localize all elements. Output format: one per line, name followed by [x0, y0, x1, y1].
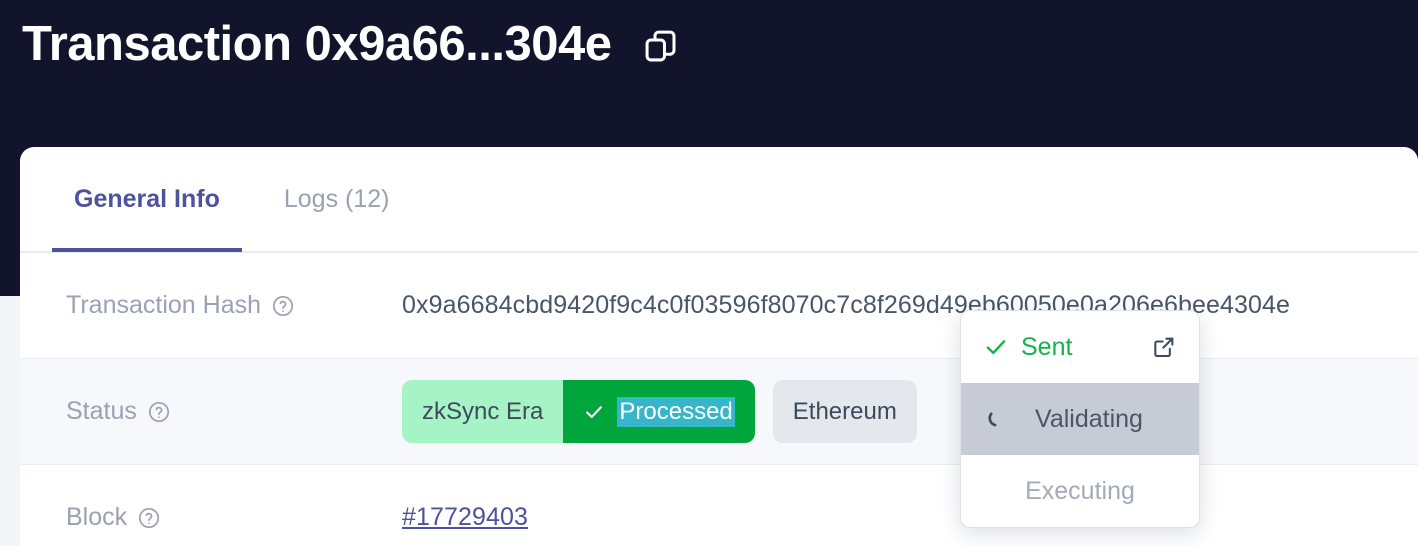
- dropdown-item-validating-label: Validating: [1035, 404, 1143, 433]
- question-mark-circle-icon[interactable]: [147, 400, 171, 424]
- row-status: Status zkSync Era Processed Ethereum: [20, 359, 1418, 465]
- status-network-ethereum: Ethereum: [772, 380, 917, 443]
- dropdown-item-validating[interactable]: Validating: [961, 383, 1199, 455]
- tab-general-info-label: General Info: [74, 185, 220, 213]
- page-title-row: Transaction 0x9a66...304e: [22, 8, 680, 80]
- tab-bar: General Info Logs (12): [20, 147, 1418, 253]
- copy-icon[interactable]: [642, 27, 680, 65]
- row-label-block: Block: [66, 503, 402, 532]
- dropdown-item-executing[interactable]: Executing: [961, 455, 1199, 527]
- transaction-details-card: General Info Logs (12) Transaction Hash …: [20, 147, 1418, 546]
- spinner-icon: [983, 406, 1009, 432]
- dropdown-item-sent[interactable]: Sent: [961, 311, 1199, 383]
- question-mark-circle-icon[interactable]: [137, 506, 161, 530]
- tab-logs[interactable]: Logs (12): [262, 147, 412, 252]
- tab-general-info[interactable]: General Info: [52, 147, 242, 252]
- status-state-processed-label: Processed: [617, 396, 735, 427]
- check-icon: [983, 334, 1009, 360]
- status-dropdown: Sent Validating Executing: [960, 310, 1200, 528]
- page-title: Transaction 0x9a66...304e: [22, 16, 612, 71]
- row-label-transaction-hash: Transaction Hash: [66, 291, 402, 320]
- status-state-processed[interactable]: Processed: [563, 380, 755, 443]
- check-icon: [583, 401, 605, 423]
- row-block: Block #17729403: [20, 465, 1418, 546]
- external-link-icon[interactable]: [1151, 334, 1177, 360]
- tab-logs-label: Logs (12): [283, 185, 390, 213]
- status-network-zksync: zkSync Era: [402, 380, 564, 443]
- status-label: Status: [66, 397, 137, 425]
- status-badge-ethereum[interactable]: Ethereum: [772, 380, 917, 443]
- status-badge-zksync[interactable]: zkSync Era Processed: [402, 380, 755, 443]
- row-transaction-hash: Transaction Hash 0x9a6684cbd9420f9c4c0f0…: [20, 253, 1418, 359]
- status-badge-group: zkSync Era Processed Ethereum: [402, 380, 917, 443]
- transaction-hash-label: Transaction Hash: [66, 291, 261, 319]
- dropdown-item-sent-label: Sent: [1021, 332, 1073, 361]
- row-label-status: Status: [66, 397, 402, 426]
- question-mark-circle-icon[interactable]: [271, 294, 295, 318]
- block-number-link[interactable]: #17729403: [402, 503, 528, 532]
- block-label: Block: [66, 503, 128, 531]
- dropdown-item-executing-label: Executing: [1025, 476, 1135, 505]
